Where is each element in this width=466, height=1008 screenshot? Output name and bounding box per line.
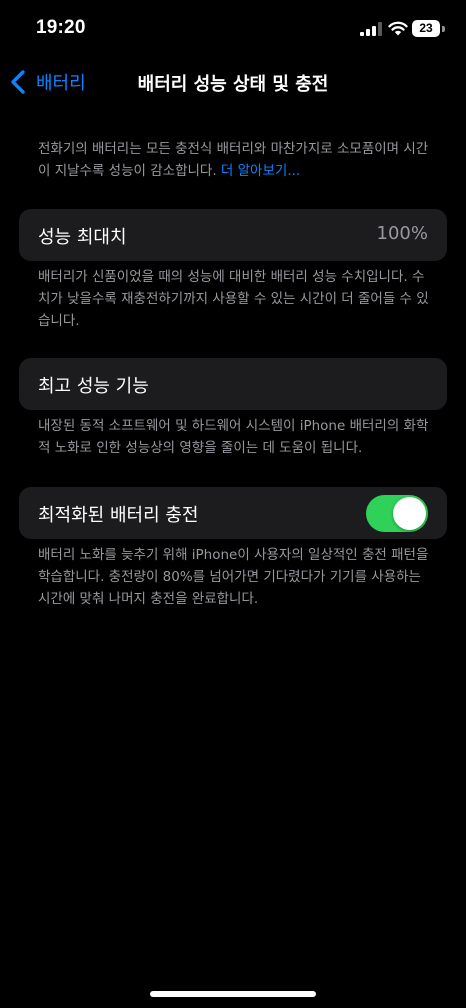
status-time: 19:20 (36, 17, 86, 38)
battery-level: 23 (412, 20, 440, 37)
status-bar: 19:20 23 (0, 0, 466, 56)
home-indicator[interactable] (150, 991, 316, 997)
page-title: 배터리 성능 상태 및 충전 (137, 74, 329, 95)
peak-performance-footnote: 내장된 동적 소프트웨어 및 하드웨어 시스템이 iPhone 배터리의 화학적… (38, 418, 429, 456)
toggle-knob (393, 497, 426, 530)
navigation-bar: 배터리 배터리 성능 상태 및 충전 (0, 60, 466, 104)
wifi-icon (388, 21, 408, 36)
learn-more-link[interactable]: 더 알아보기... (221, 163, 300, 179)
optimized-charging-cell: 최적화된 배터리 충전 (19, 487, 447, 539)
intro-text: 전화기의 배터리는 모든 충전식 배터리와 마찬가지로 소모품이며 시간이 지날… (38, 138, 436, 182)
signal-icon (360, 22, 382, 36)
max-capacity-cell: 성능 최대치 100% (19, 209, 447, 261)
optimized-charging-footnote: 배터리 노화를 늦추기 위해 iPhone이 사용자의 일상적인 충전 패턴을 … (38, 547, 429, 607)
max-capacity-value: 100% (376, 223, 428, 244)
peak-performance-cell: 최고 성능 기능 (19, 358, 447, 410)
optimized-charging-label: 최적화된 배터리 충전 (38, 505, 199, 526)
optimized-charging-toggle[interactable] (366, 495, 428, 532)
max-capacity-label: 성능 최대치 (38, 227, 127, 248)
max-capacity-footnote: 배터리가 신품이었을 때의 성능에 대비한 배터리 성능 수치입니다. 수치가 … (38, 269, 429, 329)
peak-performance-label: 최고 성능 기능 (38, 376, 149, 397)
battery-icon: 23 (412, 20, 446, 37)
